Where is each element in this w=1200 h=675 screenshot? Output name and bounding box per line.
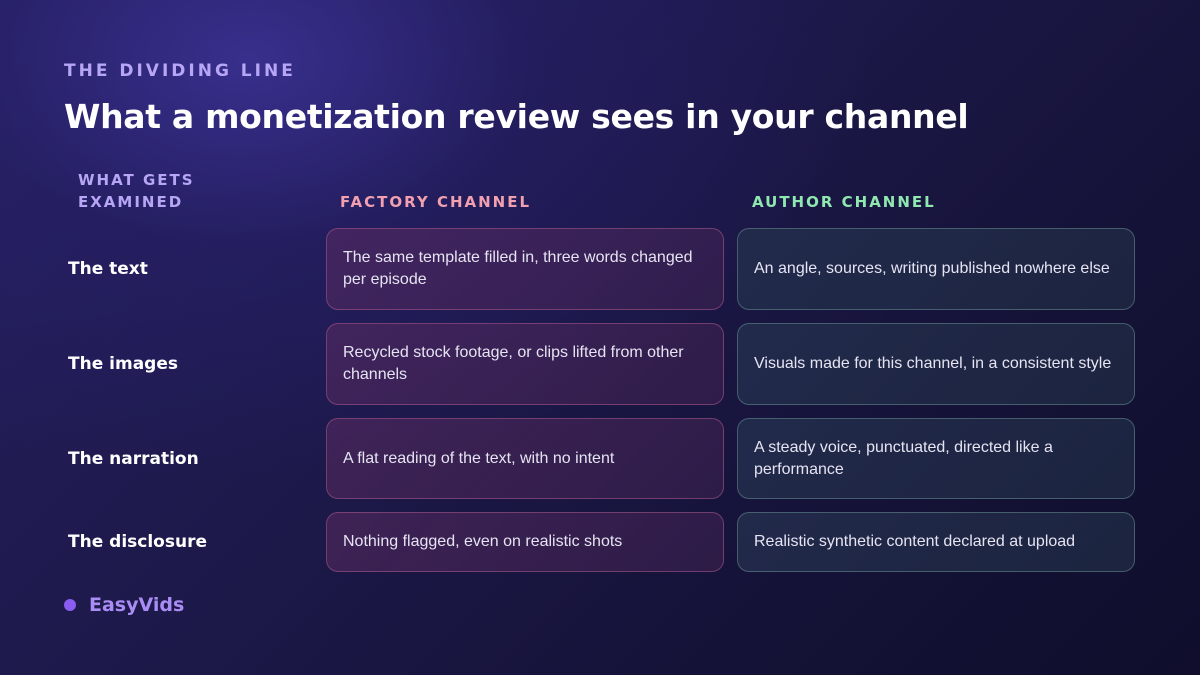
column-header-author: AUTHOR CHANNEL	[752, 193, 936, 211]
factory-cell-images: Recycled stock footage, or clips lifted …	[326, 323, 724, 405]
author-cell-disclosure: Realistic synthetic content declared at …	[737, 512, 1135, 572]
row-label-text: The text	[68, 259, 148, 279]
row-label-images: The images	[68, 354, 178, 374]
column-header-factory: FACTORY CHANNEL	[340, 193, 532, 211]
slide-title: What a monetization review sees in your …	[64, 97, 969, 136]
factory-cell-text: The same template filled in, three words…	[326, 228, 724, 310]
brand-name: EasyVids	[89, 594, 185, 616]
brand-dot-icon	[64, 599, 76, 611]
row-label-narration: The narration	[68, 448, 199, 469]
brand: EasyVids	[64, 594, 184, 616]
factory-cell-narration: A flat reading of the text, with no inte…	[326, 418, 724, 499]
author-cell-text: An angle, sources, writing published now…	[737, 228, 1135, 310]
column-header-criteria: WHAT GETS EXAMINED	[78, 171, 195, 211]
row-label-disclosure: The disclosure	[68, 532, 207, 552]
kicker: THE DIVIDING LINE	[64, 61, 296, 81]
author-cell-narration: A steady voice, punctuated, directed lik…	[737, 418, 1135, 499]
factory-cell-disclosure: Nothing flagged, even on realistic shots	[326, 512, 724, 572]
author-cell-images: Visuals made for this channel, in a cons…	[737, 323, 1135, 405]
